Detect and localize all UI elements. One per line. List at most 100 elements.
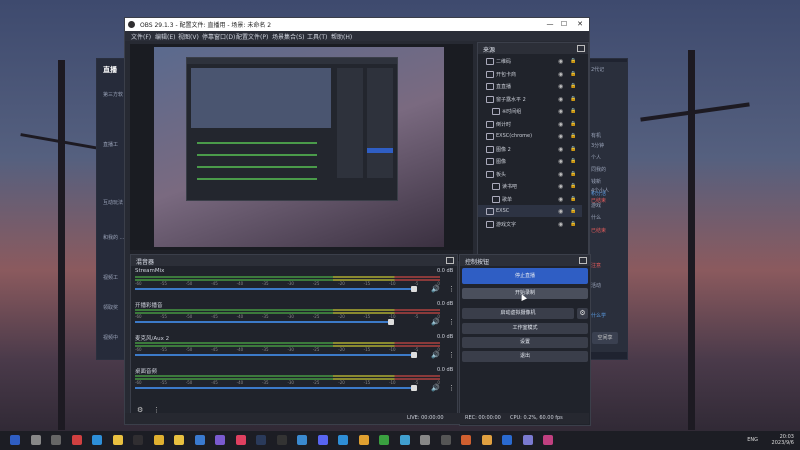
source-item[interactable]: 歌单 ◉ 🔒: [478, 193, 582, 205]
chat-icon[interactable]: [71, 435, 82, 445]
background-app-item[interactable]: 视频工: [103, 274, 118, 281]
volume-icon[interactable]: 🔊: [431, 351, 440, 359]
source-item[interactable]: 图像 ◉ 🔒: [478, 155, 582, 167]
source-item[interactable]: 开包卡商 ◉ 🔒: [478, 68, 582, 80]
word-icon[interactable]: [502, 435, 512, 445]
lock-icon[interactable]: 🔒: [570, 133, 576, 139]
volume-slider[interactable]: [135, 286, 418, 292]
track-menu-icon[interactable]: ⋮: [448, 318, 455, 326]
folder-icon[interactable]: [174, 435, 184, 445]
lock-icon[interactable]: 🔒: [570, 96, 576, 102]
source-item[interactable]: EXSC(chrome) ◉ 🔒: [478, 130, 582, 142]
menu-docks[interactable]: 停靠窗口(D): [202, 32, 235, 41]
source-item[interactable]: 板头 ◉ 🔒: [478, 168, 582, 180]
menu-scene-collection[interactable]: 场景集合(S): [272, 32, 305, 41]
background-app-button[interactable]: 空间享: [592, 332, 618, 344]
source-item[interactable]: 直直播 ◉ 🔒: [478, 80, 582, 92]
store-icon[interactable]: [92, 435, 102, 445]
volume-slider[interactable]: [135, 352, 418, 358]
close-button[interactable]: ✕: [573, 19, 587, 30]
volume-slider-handle[interactable]: [411, 385, 418, 391]
volume-icon[interactable]: 🔊: [431, 384, 440, 392]
background-app-item[interactable]: 视频中: [103, 334, 118, 341]
minimize-button[interactable]: —: [543, 19, 557, 30]
calc-icon[interactable]: [440, 435, 451, 445]
discord-icon[interactable]: [317, 435, 328, 445]
studio-mode-button[interactable]: 工作室模式: [462, 323, 588, 334]
lock-icon[interactable]: 🔒: [570, 58, 576, 64]
tool-icon[interactable]: [522, 435, 533, 445]
eye-icon[interactable]: ◉: [558, 146, 563, 153]
source-item[interactable]: 倒计时 ◉ 🔒: [478, 118, 582, 130]
track-menu-icon[interactable]: ⋮: [448, 351, 455, 359]
lock-icon[interactable]: 🔒: [570, 108, 576, 114]
lock-icon[interactable]: 🔒: [570, 146, 576, 152]
volume-icon[interactable]: 🔊: [431, 318, 440, 326]
windows-icon[interactable]: [10, 435, 20, 445]
clock[interactable]: 20:03 2023/9/6: [772, 434, 794, 446]
eye-icon[interactable]: ◉: [558, 133, 563, 140]
paint-icon[interactable]: [481, 435, 492, 445]
menu-profile[interactable]: 配置文件(P): [236, 32, 268, 41]
volume-slider[interactable]: [135, 385, 418, 391]
obs-icon[interactable]: [133, 435, 143, 445]
background-app-item[interactable]: 直播工: [103, 141, 118, 148]
xbox-icon[interactable]: [379, 435, 389, 445]
source-item[interactable]: EXSC ◉ 🔒: [478, 205, 582, 217]
chrome-icon[interactable]: [153, 435, 164, 445]
eye-icon[interactable]: ◉: [558, 71, 563, 78]
photos-icon[interactable]: [215, 435, 225, 445]
edge-icon[interactable]: [338, 435, 348, 445]
mail-icon[interactable]: [194, 435, 205, 445]
background-app-item[interactable]: 第三方软: [103, 91, 123, 98]
menu-tools[interactable]: 工具(T): [307, 32, 327, 41]
eye-icon[interactable]: ◉: [558, 183, 563, 190]
lock-icon[interactable]: 🔒: [570, 183, 576, 189]
volume-icon[interactable]: 🔊: [431, 285, 440, 293]
lock-icon[interactable]: 🔒: [570, 208, 576, 214]
settings-button[interactable]: 设置: [462, 337, 588, 348]
lock-icon[interactable]: 🔒: [570, 71, 576, 77]
lock-icon[interactable]: 🔒: [570, 196, 576, 202]
source-item[interactable]: 游戏文字 ◉ 🔒: [478, 218, 582, 230]
exit-button[interactable]: 退出: [462, 351, 588, 362]
volume-slider-handle[interactable]: [388, 319, 395, 325]
eye-icon[interactable]: ◉: [558, 196, 563, 203]
menu-edit[interactable]: 编辑(E): [155, 32, 175, 41]
source-item[interactable]: 图像 2 ◉ 🔒: [478, 143, 582, 155]
eye-icon[interactable]: ◉: [558, 208, 563, 215]
widgets-icon[interactable]: [51, 435, 61, 445]
lock-icon[interactable]: 🔒: [570, 221, 576, 227]
source-item[interactable]: 二维码 ◉ 🔒: [478, 55, 582, 67]
eye-icon[interactable]: ◉: [558, 108, 563, 115]
lock-icon[interactable]: 🔒: [570, 83, 576, 89]
app-icon[interactable]: [543, 435, 553, 445]
preview-area[interactable]: [130, 44, 473, 261]
camera-icon[interactable]: [399, 435, 410, 445]
start-virtual-camera-button[interactable]: 启动虚拟摄像机: [462, 308, 574, 319]
eye-icon[interactable]: ◉: [558, 58, 563, 65]
eye-icon[interactable]: ◉: [558, 83, 563, 90]
game-icon[interactable]: [461, 435, 471, 445]
undock-icon[interactable]: [446, 257, 454, 264]
menu-file[interactable]: 文件(F): [131, 32, 151, 41]
eye-icon[interactable]: ◉: [558, 96, 563, 103]
volume-slider-handle[interactable]: [411, 352, 418, 358]
lock-icon[interactable]: 🔒: [570, 158, 576, 164]
notes-icon[interactable]: [358, 435, 369, 445]
eye-icon[interactable]: ◉: [558, 121, 563, 128]
volume-slider-handle[interactable]: [411, 286, 418, 292]
music-icon[interactable]: [235, 435, 246, 445]
explorer-icon[interactable]: [112, 435, 123, 445]
background-app-item[interactable]: 和我的 ...: [103, 234, 124, 241]
stop-streaming-button[interactable]: 停止直播: [462, 268, 588, 284]
terminal-icon[interactable]: [276, 435, 287, 445]
calendar-icon[interactable]: [297, 435, 307, 445]
lock-icon[interactable]: 🔒: [570, 121, 576, 127]
background-app-item[interactable]: 互动玩法: [103, 199, 123, 206]
menu-help[interactable]: 帮助(H): [331, 32, 352, 41]
source-item[interactable]: 读书吧 ◉ 🔒: [478, 180, 582, 192]
settings-icon[interactable]: [420, 435, 430, 445]
eye-icon[interactable]: ◉: [558, 158, 563, 165]
menu-view[interactable]: 视图(V): [178, 32, 199, 41]
